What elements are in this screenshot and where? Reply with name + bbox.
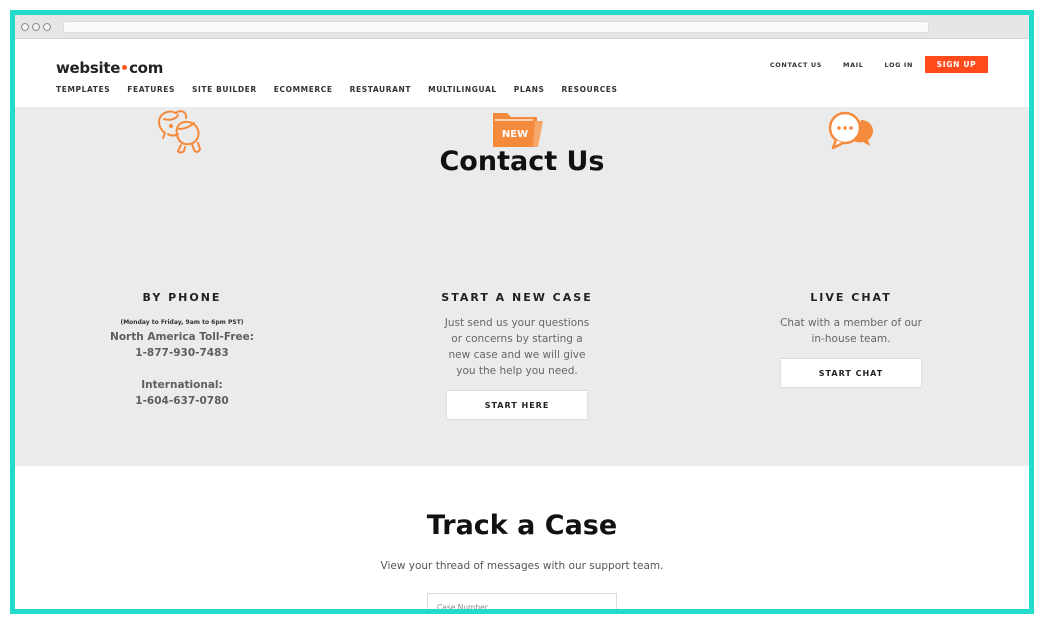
start-here-button[interactable]: START HERE: [446, 390, 588, 420]
nav-multilingual[interactable]: MULTILINGUAL: [428, 85, 497, 94]
browser-frame: website com TEMPLATES FEATURES SITE BUILD…: [10, 10, 1034, 614]
nav-ecommerce[interactable]: ECOMMERCE: [274, 85, 333, 94]
track-section: Track a Case View your thread of message…: [15, 466, 1029, 609]
new-case-line: new case and we will give: [448, 349, 586, 361]
live-chat-line: Chat with a member of our: [780, 317, 922, 329]
live-chat-line: in-house team.: [811, 333, 891, 345]
international-number[interactable]: 1-604-637-0780: [62, 393, 302, 409]
browser-toolbar: [15, 15, 1029, 39]
international-label: International:: [141, 379, 223, 391]
phone-details: (Monday to Friday, 9am to 6pm PST) North…: [62, 317, 302, 409]
new-case-heading: START A NEW CASE: [441, 291, 593, 304]
north-america-number[interactable]: 1-877-930-7483: [62, 345, 302, 361]
live-chat-heading: LIVE CHAT: [810, 291, 892, 304]
window-maximize-dot[interactable]: [43, 23, 51, 31]
new-folder-icon: NEW: [397, 107, 637, 151]
phone-hours: (Monday to Friday, 9am to 6pm PST): [120, 319, 244, 326]
utility-nav: CONTACT US MAIL LOG IN SIGN UP: [749, 56, 988, 73]
chat-bubbles-icon: [731, 107, 971, 157]
nav-features[interactable]: FEATURES: [127, 85, 175, 94]
site-header: website com TEMPLATES FEATURES SITE BUILD…: [15, 39, 1029, 107]
nav-plans[interactable]: PLANS: [514, 85, 545, 94]
start-chat-button[interactable]: START CHAT: [780, 358, 922, 388]
sign-up-button[interactable]: SIGN UP: [925, 56, 988, 73]
new-case-description: Just send us your questions or concerns …: [397, 315, 637, 379]
track-subtitle: View your thread of messages with our su…: [380, 560, 664, 572]
nav-templates[interactable]: TEMPLATES: [56, 85, 110, 94]
live-chat-description: Chat with a member of our in-house team.: [731, 315, 971, 347]
logo-dot: [122, 65, 128, 70]
address-bar[interactable]: [63, 21, 929, 33]
new-case-line: Just send us your questions: [444, 317, 590, 329]
window-minimize-dot[interactable]: [32, 23, 40, 31]
main-nav: TEMPLATES FEATURES SITE BUILDER ECOMMERC…: [56, 85, 635, 94]
new-folder-icon-text: NEW: [502, 129, 528, 140]
north-america-label: North America Toll-Free:: [110, 331, 254, 343]
logo-text-left: website: [56, 59, 121, 77]
contact-us-link[interactable]: CONTACT US: [770, 61, 822, 69]
site-logo[interactable]: website com: [56, 59, 163, 77]
nav-resources[interactable]: RESOURCES: [562, 85, 618, 94]
mail-link[interactable]: MAIL: [843, 61, 863, 69]
logo-text-right: com: [129, 59, 164, 77]
window-close-dot[interactable]: [21, 23, 29, 31]
log-in-link[interactable]: LOG IN: [885, 61, 914, 69]
phone-heading: BY PHONE: [142, 291, 222, 304]
new-case-line: you the help you need.: [456, 365, 578, 377]
nav-site-builder[interactable]: SITE BUILDER: [192, 85, 257, 94]
new-case-line: or concerns by starting a: [451, 333, 583, 345]
nav-restaurant[interactable]: RESTAURANT: [350, 85, 411, 94]
contact-section: Contact Us BY PHONE (Monday to Friday, 9…: [15, 107, 1029, 466]
track-title: Track a Case: [426, 510, 618, 541]
two-people-icon: [62, 107, 302, 157]
case-number-input[interactable]: Case Number: [427, 593, 617, 609]
